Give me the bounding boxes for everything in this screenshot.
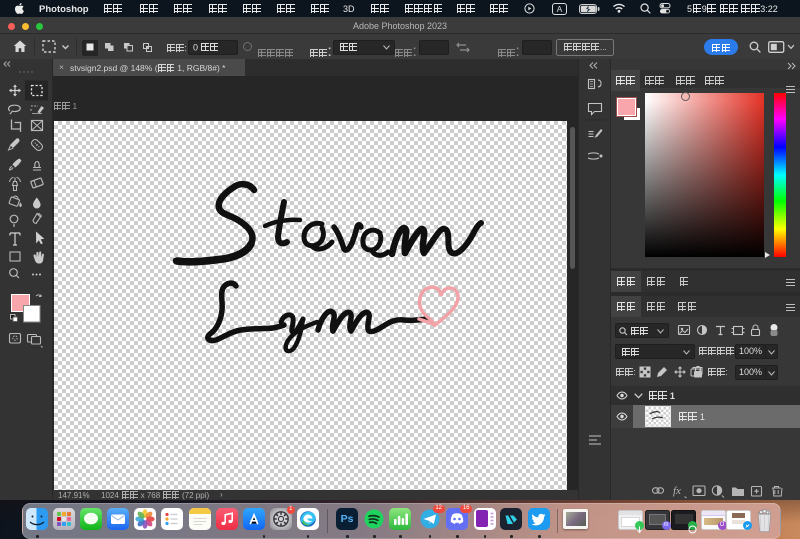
svg-text:A: A (557, 4, 563, 14)
svg-text:fx: fx (673, 485, 681, 497)
